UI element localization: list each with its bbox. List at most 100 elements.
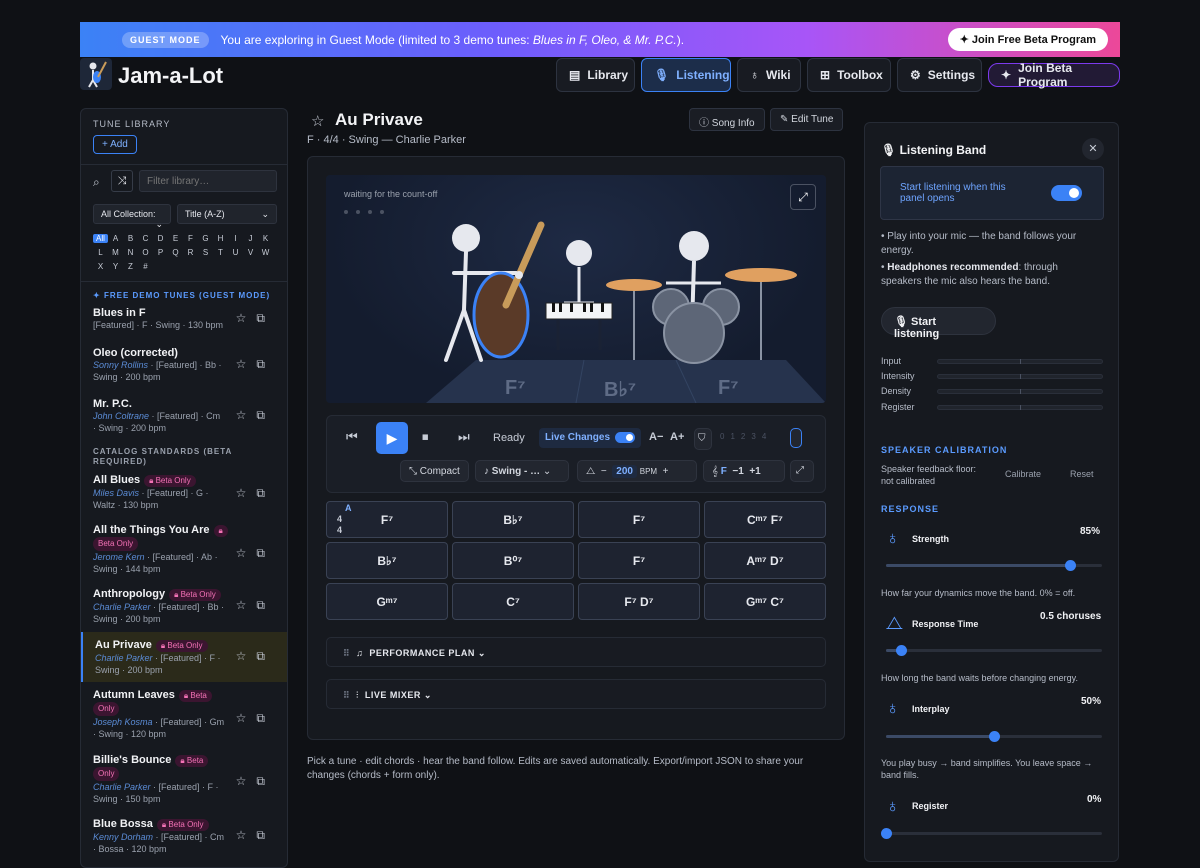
compact-button[interactable]: ⤡ Compact [400,460,469,482]
letter-filter[interactable]: Q [168,248,183,257]
tune-item-mr-pc[interactable]: Mr. P.C. John Coltrane · [Featured] · Cm… [81,398,287,444]
star-icon[interactable]: ☆ [236,486,257,500]
star-icon[interactable]: ☆ [236,311,257,325]
chord-cell[interactable]: F⁷ [578,501,700,538]
play-button[interactable]: ▶︎ [376,422,408,454]
copy-icon[interactable]: ⧉ [256,711,275,725]
letter-filter[interactable]: X [93,262,108,271]
favorite-star-icon[interactable]: ☆ [311,112,324,130]
letter-filter[interactable]: S [198,248,213,257]
copy-icon[interactable]: ⧉ [256,486,275,500]
letter-filter[interactable]: B [123,234,138,243]
tune-item-oleo[interactable]: Oleo (corrected) Sonny Rollins · [Featur… [81,347,287,393]
nav-toolbox[interactable]: ⊞ Toolbox [807,58,891,92]
letter-filter[interactable]: R [183,248,198,257]
tune-item-autumn-leaves[interactable]: Autumn Leaves 🔒︎ Beta Only Joseph Kosma · … [81,689,287,749]
chord-cell[interactable]: Cᵐ⁷ F⁷ [704,501,826,538]
register-slider[interactable] [881,828,1102,839]
tempo-increase[interactable]: + [663,466,669,477]
letter-filter[interactable]: O [138,248,153,257]
reset-button[interactable]: Reset [1070,469,1094,479]
letter-filter[interactable]: Z [123,262,138,271]
chord-cell[interactable]: F⁷ [578,542,700,579]
copy-icon[interactable]: ⧉ [256,408,275,422]
chord-cell[interactable]: F⁷ A 4 4 [326,501,448,538]
auto-listen-toggle[interactable] [1051,185,1082,201]
letter-filter[interactable]: H [213,234,228,243]
collection-select[interactable]: All Collection: ⌄ [93,204,171,229]
live-changes-toggle[interactable]: Live Changes [539,428,642,448]
letter-filter[interactable]: G [198,234,213,243]
slider-knob[interactable] [989,731,1000,742]
response-time-slider[interactable] [886,645,1102,656]
transpose-control[interactable]: 𝄞 F −1 +1 [703,460,785,482]
letter-filter[interactable]: A [108,234,123,243]
star-icon[interactable]: ☆ [236,711,257,725]
sort-select[interactable]: Title (A-Z) ⌄ [177,204,277,224]
copy-icon[interactable]: ⧉ [256,598,275,612]
chord-cell[interactable]: B♭⁷ [452,501,574,538]
nav-library[interactable]: ▤ Library [556,58,635,92]
letter-filter[interactable]: M [108,248,123,257]
library-filter-input[interactable] [139,170,277,192]
slider-knob[interactable] [1064,560,1076,571]
chord-cell[interactable]: B⁰⁷ [452,542,574,579]
copy-icon[interactable]: ⧉ [256,546,275,560]
tune-item-blues-in-f[interactable]: Blues in F [Featured] · F · Swing · 130 … [81,307,287,343]
copy-icon[interactable]: ⧉ [256,774,275,788]
copy-icon[interactable]: ⧉ [256,828,275,842]
tune-item-billies-bounce[interactable]: Billie's Bounce 🔒︎ Beta Only Charlie Parke… [81,754,287,814]
font-increase-button[interactable]: A+ [670,431,684,443]
close-icon[interactable]: ✕ [1082,138,1104,160]
tune-item-blue-bossa[interactable]: Blue Bossa 🔒︎ Beta Only Kenny Dorham · [F… [81,818,287,864]
star-icon[interactable]: ☆ [236,774,257,788]
copy-icon[interactable]: ⧉ [256,311,275,325]
interplay-slider[interactable] [886,731,1102,742]
chord-cell[interactable]: Gᵐ⁷ C⁷ [704,583,826,620]
nav-wiki[interactable]: ♁ Wiki [737,58,801,92]
tune-item-all-blues[interactable]: All Blues 🔒︎ Beta Only Miles Davis · [Fea… [81,474,287,524]
star-icon[interactable]: ☆ [236,649,257,663]
star-icon[interactable]: ☆ [236,546,257,560]
live-mixer-section[interactable]: ⠿ ⫶ LIVE MIXER ⌄ [326,679,826,709]
letter-filter[interactable]: C [138,234,153,243]
tune-item-all-the-things[interactable]: All the Things You Are 🔒︎ Beta Only Jerome… [81,524,287,584]
star-icon[interactable]: ☆ [236,598,257,612]
letter-filter[interactable]: V [243,248,258,257]
slider-knob[interactable] [881,828,892,839]
song-info-button[interactable]: ⓘ Song Info [689,108,765,131]
star-icon[interactable]: ☆ [236,357,257,371]
skip-back-icon[interactable]: ⏮︎ [346,429,358,445]
letter-filter[interactable]: T [213,248,228,257]
copy-icon[interactable]: ⧉ [256,649,275,663]
stop-icon[interactable]: ⏹︎ [422,429,429,445]
chord-cell[interactable]: Aᵐ⁷ D⁷ [704,542,826,579]
letter-filter[interactable]: K [258,234,273,243]
calibrate-button[interactable]: Calibrate [1005,469,1041,479]
performance-plan-section[interactable]: ⠿ ♫ PERFORMANCE PLAN ⌄ [326,637,826,667]
shield-icon[interactable]: ⛉ [694,428,712,450]
tune-item-au-privave[interactable]: Au Privave 🔒︎ Beta Only Charlie Parker · … [81,632,287,682]
letter-filter[interactable]: N [123,248,138,257]
letter-filter[interactable]: L [93,248,108,257]
tune-item-anthropology[interactable]: Anthropology 🔒︎ Beta Only Charlie Parker … [81,588,287,634]
strength-slider[interactable] [886,560,1102,571]
letter-filter[interactable]: E [168,234,183,243]
letter-filter[interactable]: # [138,262,153,271]
join-free-beta-button[interactable]: ✦ Join Free Beta Program [947,28,1108,51]
nav-listening[interactable]: 🎙︎ Listening [641,58,731,92]
nav-join-beta[interactable]: ✦ Join Beta Program [988,61,1120,89]
chord-cell[interactable]: C⁷ [452,583,574,620]
letter-filter[interactable]: F [183,234,198,243]
letter-filter[interactable]: All [93,234,108,243]
edit-tune-button[interactable]: ✎ Edit Tune [770,108,844,131]
star-icon[interactable]: ☆ [236,408,257,422]
expand-icon[interactable]: ⤢ [790,460,814,482]
letter-filter[interactable]: Y [108,262,123,271]
nav-settings[interactable]: ⚙︎ Settings [897,58,982,92]
shuffle-icon[interactable]: ⤨ [111,170,133,192]
letter-filter[interactable]: I [228,234,243,243]
letter-filter[interactable]: J [243,234,258,243]
add-tune-button[interactable]: + Add [93,135,137,154]
star-icon[interactable]: ☆ [236,828,257,842]
